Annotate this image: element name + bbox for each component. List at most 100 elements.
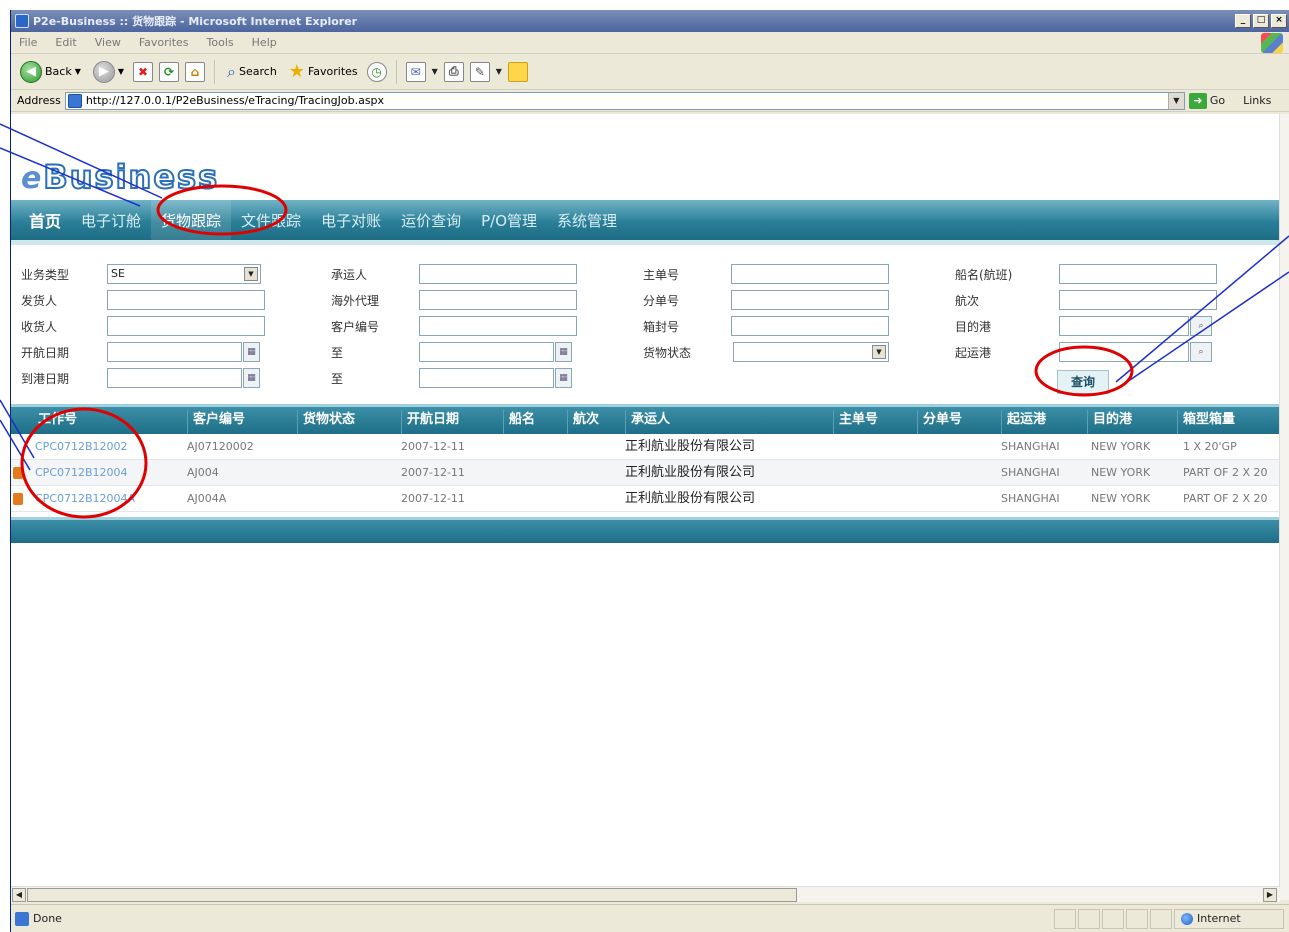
scroll-right-icon[interactable]: ▶ [1263,888,1277,902]
dest-port-input[interactable] [1059,316,1189,336]
calendar-icon[interactable]: ▦ [555,368,572,388]
folder-icon[interactable] [507,61,528,82]
container-cell: PART OF 2 X 20 [1183,492,1268,505]
back-button[interactable]: ◀ Back ▼ [17,59,84,85]
col-sail-date[interactable]: 开航日期 [401,410,459,434]
nav-po-management[interactable]: P/O管理 [471,200,547,240]
col-voyage[interactable]: 航次 [567,410,599,434]
arrival-date-to-input[interactable] [419,368,554,388]
home-icon[interactable]: ⌂ [185,61,206,82]
edit-dropdown-icon[interactable]: ▼ [496,67,502,76]
stop-icon[interactable]: ✖ [133,61,154,82]
horizontal-scrollbar[interactable]: ◀ ▶ [11,886,1280,902]
menu-edit[interactable]: Edit [55,36,76,49]
col-house-no[interactable]: 分单号 [917,410,962,434]
minimize-button[interactable]: _ [1235,14,1251,28]
calendar-icon[interactable]: ▦ [243,342,260,362]
search-button[interactable]: ⌕ Search [224,59,280,85]
customer-no-input[interactable] [419,316,577,336]
col-customer-no[interactable]: 客户编号 [187,410,245,434]
footer-strip [11,517,1280,520]
calendar-icon[interactable]: ▦ [555,342,572,362]
nav-home[interactable]: 首页 [19,200,71,240]
maximize-button[interactable]: □ [1253,14,1269,28]
voyage-input[interactable] [1059,290,1217,310]
address-dropdown-icon[interactable]: ▼ [1167,92,1184,109]
business-type-select[interactable]: SE ▼ [107,264,261,284]
forward-dropdown-icon[interactable]: ▼ [118,67,124,76]
sail-date-cell: 2007-12-11 [401,492,465,505]
origin-port-cell: SHANGHAI [1001,440,1060,453]
cargo-status-select[interactable]: ▼ [733,342,889,362]
query-button[interactable]: 查询 [1057,370,1109,394]
row-status-icon [13,493,23,505]
cabinet-no-input[interactable] [731,316,889,336]
col-master-no[interactable]: 主单号 [833,410,878,434]
back-dropdown-icon[interactable]: ▼ [75,67,81,76]
nav-strip [11,240,1280,245]
address-input[interactable]: http://127.0.0.1/P2eBusiness/eTracing/Tr… [64,91,1185,110]
carrier-cell: 正利航业股份有限公司 [625,491,756,506]
origin-port-label: 起运港 [955,346,992,360]
nav-cargo-tracking[interactable]: 货物跟踪 [151,200,232,240]
vessel-input[interactable] [1059,264,1217,284]
scroll-thumb[interactable] [27,888,797,902]
scroll-left-icon[interactable]: ◀ [12,888,26,902]
nav-system-management[interactable]: 系统管理 [547,200,627,240]
refresh-icon[interactable]: ⟳ [159,61,180,82]
col-job-no[interactable]: 工作号 [33,410,77,434]
close-button[interactable]: × [1271,14,1287,28]
sail-date-to-input[interactable] [419,342,554,362]
favorites-button[interactable]: ★ Favorites [286,59,361,85]
col-origin-port[interactable]: 起运港 [1001,410,1046,434]
calendar-icon[interactable]: ▦ [243,368,260,388]
links-button[interactable]: Links [1243,94,1271,107]
job-no-link[interactable]: CPC0712B12002 [35,434,128,460]
menu-tools[interactable]: Tools [207,36,234,49]
nav-rate-query[interactable]: 运价查询 [391,200,471,240]
lookup-icon[interactable]: ⌕ [1190,316,1212,336]
sail-date-input[interactable] [107,342,242,362]
col-container[interactable]: 箱型箱量 [1177,410,1235,434]
col-carrier[interactable]: 承运人 [625,410,670,434]
carrier-cell: 正利航业股份有限公司 [625,465,756,480]
menu-view[interactable]: View [95,36,121,49]
page-content: e Business 首页 电子订舱 货物跟踪 文件跟踪 电子对账 运价查询 P… [11,114,1280,900]
consignee-input[interactable] [107,316,265,336]
menu-help[interactable]: Help [252,36,277,49]
col-vessel[interactable]: 船名 [503,410,535,434]
status-cell [1150,908,1172,929]
shipper-input[interactable] [107,290,265,310]
nav-e-reconciliation[interactable]: 电子对账 [311,200,391,240]
nav-document-tracking[interactable]: 文件跟踪 [231,200,311,240]
col-dest-port[interactable]: 目的港 [1087,410,1132,434]
house-no-input[interactable] [731,290,889,310]
mail-dropdown-icon[interactable]: ▼ [432,67,438,76]
carrier-input[interactable] [419,264,577,284]
job-no-link[interactable]: CPC0712B12004 [35,460,128,486]
nav-e-booking[interactable]: 电子订舱 [71,200,151,240]
status-bar: Done Internet [11,904,1289,932]
overseas-agent-input[interactable] [419,290,577,310]
toolbar: ◀ Back ▼ ▶ ▼ ✖ ⟳ ⌂ ⌕ Search ★ Favorites … [11,54,1289,90]
col-cargo-status[interactable]: 货物状态 [297,410,355,434]
menu-favorites[interactable]: Favorites [139,36,189,49]
lookup-icon[interactable]: ⌕ [1190,342,1212,362]
print-icon[interactable]: ⎙ [443,61,464,82]
forward-button[interactable]: ▶ ▼ [90,59,127,85]
site-logo: e Business [21,156,219,197]
go-button[interactable]: ➜ Go [1188,92,1225,109]
menu-file[interactable]: File [19,36,37,49]
vertical-scrollbar[interactable] [1279,114,1289,900]
edit-icon[interactable]: ✎ [469,61,490,82]
mail-icon[interactable]: ✉ [405,61,426,82]
history-icon[interactable]: ◷ [366,61,387,82]
origin-port-input[interactable] [1059,342,1189,362]
cargo-status-label: 货物状态 [643,346,692,360]
master-no-input[interactable] [731,264,889,284]
arrival-date-label: 到港日期 [21,372,70,386]
results-header: 工作号 客户编号 货物状态 开航日期 船名 航次 承运人 主单号 分单号 起运港… [11,404,1280,434]
customer-no-cell: AJ004A [187,492,227,505]
job-no-link[interactable]: CPC0712B12004A [35,486,135,512]
arrival-date-input[interactable] [107,368,242,388]
